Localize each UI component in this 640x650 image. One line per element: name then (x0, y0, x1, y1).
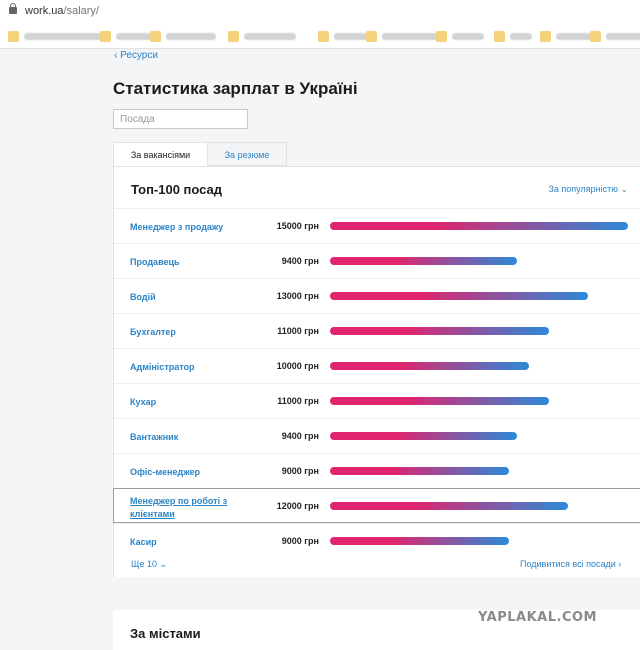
bookmark-item[interactable] (100, 30, 152, 42)
view-all-positions-link[interactable]: Подивитися всі посади › (520, 559, 621, 569)
folder-icon (318, 30, 329, 42)
position-link[interactable]: Продавець (130, 256, 248, 269)
lock-icon (9, 3, 17, 14)
cities-title: За містами (130, 626, 201, 641)
bookmark-item[interactable] (150, 30, 216, 42)
folder-icon (8, 30, 19, 42)
show-more-button[interactable]: Ще 10 ⌄ (131, 559, 167, 570)
salary-bar-track (330, 292, 628, 300)
salary-bar-track (330, 362, 628, 370)
table-row: Офіс-менеджер 9000 грн (114, 453, 640, 488)
tab-vacancies[interactable]: За вакансіями (113, 142, 208, 166)
bookmark-item[interactable] (228, 30, 296, 42)
sort-label: За популярністю (548, 184, 618, 194)
url-path: /salary/ (63, 5, 99, 17)
top-positions-panel: Топ-100 посад За популярністю ⌄ Менеджер… (113, 166, 640, 577)
back-link-label: Ресурси (120, 50, 158, 61)
salary-bar (330, 292, 588, 300)
chevron-down-icon: ⌄ (620, 184, 628, 194)
view-all-label: Подивитися всі посади (520, 559, 616, 569)
salary-bar-track (330, 502, 628, 510)
chevron-down-icon: ⌄ (159, 559, 168, 569)
tab-vacancies-label: За вакансіями (130, 150, 191, 160)
tab-resumes[interactable]: За резюме (208, 142, 287, 166)
position-link[interactable]: Кухар (130, 396, 248, 409)
folder-icon (150, 30, 161, 42)
position-link[interactable]: Бухгалтер (130, 326, 248, 339)
position-link[interactable]: Вантажник (130, 431, 248, 444)
section-title: Топ-100 посад (131, 182, 223, 197)
watermark: YAPLAKAL.COM (478, 610, 597, 625)
back-link-resources[interactable]: ‹ Ресурси (114, 50, 158, 61)
folder-icon (100, 30, 111, 42)
url-text[interactable]: work.ua/salary/ (25, 5, 99, 17)
bookmark-item[interactable] (494, 30, 532, 42)
page-title: Статистика зарплат в Україні (113, 79, 358, 98)
salary-bar (330, 257, 517, 265)
salary-bar-track (330, 222, 628, 230)
position-link[interactable]: Касир (130, 536, 248, 549)
search-input[interactable] (113, 109, 248, 129)
table-row: Бухгалтер 11000 грн (114, 313, 640, 348)
bookmarks-bar (0, 24, 640, 49)
salary-value: 12000 грн (276, 501, 319, 511)
url-host: work.ua (25, 5, 64, 17)
position-link[interactable]: Менеджер по роботі з клієнтами (130, 495, 248, 521)
folder-icon (436, 30, 447, 42)
show-more-label: Ще 10 (131, 559, 157, 569)
chevron-left-icon: ‹ (114, 50, 118, 61)
salary-bar-track (330, 432, 628, 440)
folder-icon (540, 30, 551, 42)
salary-bar (330, 502, 568, 510)
folder-icon (590, 30, 601, 42)
table-row: Касир 9000 грн (114, 523, 640, 558)
table-row: Кухар 11000 грн (114, 383, 640, 418)
table-row: Менеджер по роботі з клієнтами 12000 грн (113, 488, 640, 523)
position-link[interactable]: Водій (130, 291, 248, 304)
bookmark-item[interactable] (540, 30, 592, 42)
salary-value: 11000 грн (277, 326, 319, 336)
table-row: Менеджер з продажу 15000 грн (114, 208, 640, 243)
folder-icon (366, 30, 377, 42)
salary-bar (330, 432, 517, 440)
chevron-right-icon: › (618, 559, 622, 569)
salary-bar-track (330, 537, 628, 545)
salary-value: 9400 грн (281, 431, 319, 441)
table-row: Водій 13000 грн (114, 278, 640, 313)
salary-value: 10000 грн (276, 361, 319, 371)
folder-icon (228, 30, 239, 42)
salary-bar (330, 467, 509, 475)
bookmark-item[interactable] (590, 30, 640, 42)
salary-bar-track (330, 397, 628, 405)
position-link[interactable]: Офіс-менеджер (130, 466, 248, 479)
table-row: Адміністратор 10000 грн (114, 348, 640, 383)
salary-value: 15000 грн (276, 221, 319, 231)
bookmark-item[interactable] (366, 30, 438, 42)
table-row: Вантажник 9400 грн (114, 418, 640, 453)
salary-bar (330, 362, 529, 370)
salary-value: 9000 грн (281, 466, 319, 476)
salary-bar-track (330, 467, 628, 475)
salary-bar (330, 397, 549, 405)
salary-value: 9400 грн (281, 256, 319, 266)
salary-bar-track (330, 327, 628, 335)
salary-bar (330, 222, 628, 230)
salary-value: 13000 грн (276, 291, 319, 301)
salary-value: 11000 грн (277, 396, 319, 406)
folder-icon (494, 30, 505, 42)
bookmark-item[interactable] (436, 30, 484, 42)
salary-bar (330, 537, 509, 545)
tab-resumes-label: За резюме (224, 150, 270, 160)
sort-dropdown[interactable]: За популярністю ⌄ (548, 184, 628, 195)
salary-bar (330, 327, 549, 335)
position-link[interactable]: Адміністратор (130, 361, 248, 374)
bookmark-item[interactable] (8, 30, 102, 42)
salary-bar-track (330, 257, 628, 265)
salary-bar-chart: Менеджер з продажу 15000 грн Продавець 9400… (113, 208, 640, 558)
address-bar[interactable]: work.ua/salary/ (0, 0, 640, 25)
position-link[interactable]: Менеджер з продажу (130, 221, 248, 234)
salary-value: 9000 грн (281, 536, 319, 546)
table-row: Продавець 9400 грн (114, 243, 640, 278)
